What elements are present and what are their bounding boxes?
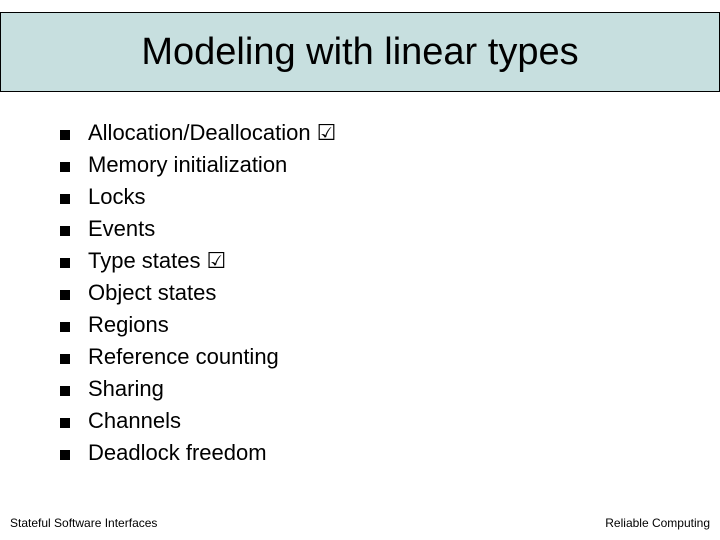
bullet-icon [60,290,70,300]
list-item: Reference counting ☑ [60,344,680,370]
list-item: Type states ☑ [60,248,680,274]
footer: Stateful Software Interfaces Reliable Co… [0,516,720,530]
bullet-icon [60,258,70,268]
bullet-icon [60,354,70,364]
list-item: Regions ☑ [60,312,680,338]
title-band: Modeling with linear types [0,12,720,92]
bullet-icon [60,418,70,428]
check-icon: ☑ [317,120,337,146]
slide: Modeling with linear types Allocation/De… [0,0,720,540]
bullet-icon [60,226,70,236]
bullet-icon [60,130,70,140]
item-label: Memory initialization [88,152,287,178]
check-icon: ☑ [207,248,227,274]
body-content: Allocation/Deallocation ☑ Memory initial… [60,120,680,472]
list-item: Locks ☑ [60,184,680,210]
list-item: Memory initialization ☑ [60,152,680,178]
footer-left: Stateful Software Interfaces [10,516,157,530]
bullet-icon [60,450,70,460]
item-label: Object states [88,280,216,306]
item-label: Regions [88,312,169,338]
slide-title: Modeling with linear types [141,31,578,74]
item-label: Type states [88,248,201,274]
footer-right: Reliable Computing [605,516,710,530]
item-label: Sharing [88,376,164,402]
list-item: Object states ☑ [60,280,680,306]
bullet-icon [60,162,70,172]
list-item: Channels ☑ [60,408,680,434]
item-label: Events [88,216,155,242]
item-label: Reference counting [88,344,279,370]
bullet-icon [60,386,70,396]
list-item: Events ☑ [60,216,680,242]
list-item: Sharing ☑ [60,376,680,402]
list-item: Allocation/Deallocation ☑ [60,120,680,146]
item-label: Locks [88,184,145,210]
bullet-icon [60,322,70,332]
bullet-icon [60,194,70,204]
list-item: Deadlock freedom ☑ [60,440,680,466]
item-label: Deadlock freedom [88,440,267,466]
item-label: Channels [88,408,181,434]
item-label: Allocation/Deallocation [88,120,311,146]
